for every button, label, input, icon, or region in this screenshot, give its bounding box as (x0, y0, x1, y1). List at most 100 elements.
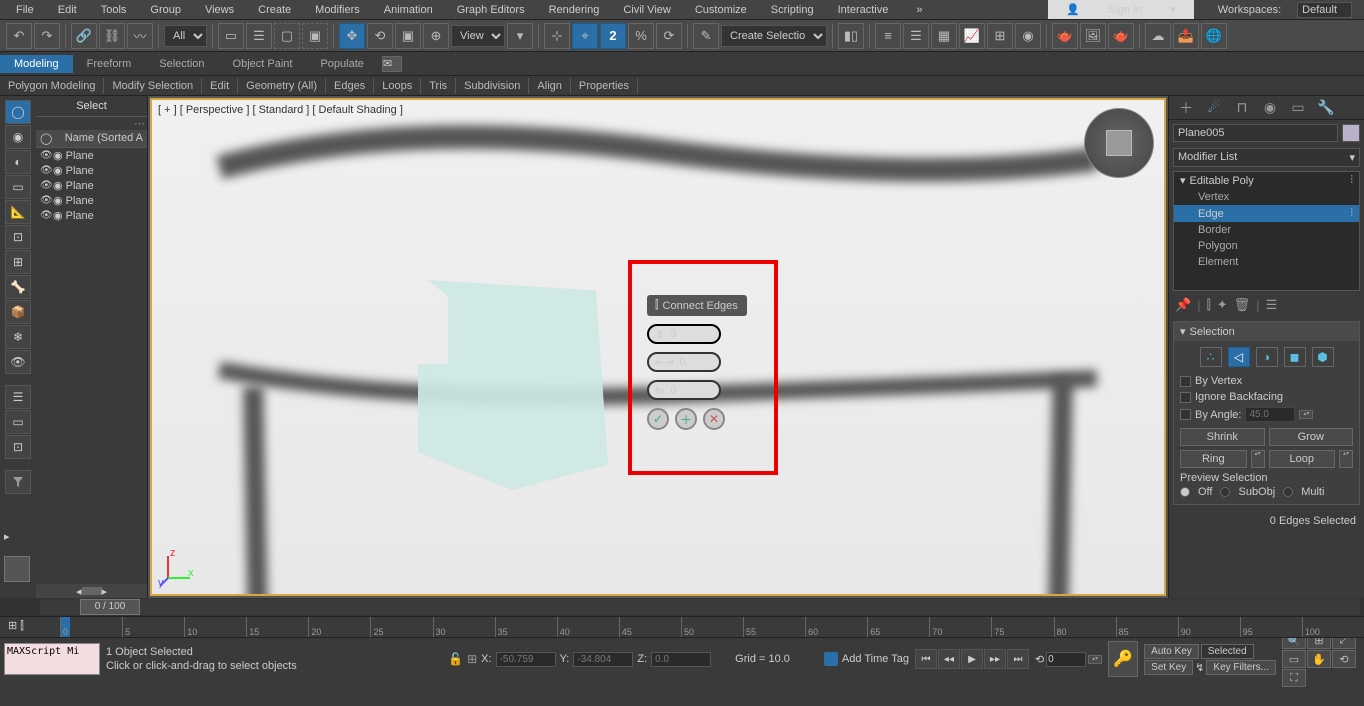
layers-button[interactable]: ☰ (903, 23, 929, 49)
panel-modifyselection[interactable]: Modify Selection (104, 78, 202, 94)
connect-pinch-field[interactable]: ⇤⇥0 (647, 352, 721, 372)
tool-lights[interactable]: ▭ (5, 175, 31, 199)
tool-frozen[interactable]: ❄ (5, 325, 31, 349)
tab-motion[interactable]: ◉ (1257, 98, 1283, 118)
ribbon-tab-objectpaint[interactable]: Object Paint (219, 55, 307, 73)
manipulate-button[interactable]: ⊹ (544, 23, 570, 49)
abs-rel-icon[interactable]: ⊞ (467, 652, 477, 666)
menu-file[interactable]: File (4, 2, 46, 18)
edit-named-sel-button[interactable]: ✎ (693, 23, 719, 49)
maximize-viewport-button[interactable]: ⛶ (1282, 669, 1306, 687)
menu-group[interactable]: Group (138, 2, 193, 18)
panel-subdivision[interactable]: Subdivision (456, 78, 529, 94)
snap-toggle-button[interactable]: ⌖ (572, 23, 598, 49)
material-editor-button[interactable]: ◉ (1015, 23, 1041, 49)
viewport-label[interactable]: [ + ] [ Perspective ] [ Standard ] [ Def… (158, 104, 403, 116)
subobj-edge[interactable]: ◁ (1228, 347, 1250, 367)
modifier-stack[interactable]: ▾Editable Poly⫶ Vertex Edge⫶ Border Poly… (1173, 171, 1360, 291)
tool-cameras[interactable]: 📐 (5, 200, 31, 224)
menu-create[interactable]: Create (246, 2, 303, 18)
menu-overflow-icon[interactable]: » (904, 2, 934, 18)
key-tangent-icon[interactable]: ↯ (1195, 661, 1204, 674)
panel-align[interactable]: Align (529, 78, 570, 94)
panel-properties[interactable]: Properties (571, 78, 638, 94)
remove-mod-icon[interactable]: 🗑 (1234, 297, 1251, 313)
panel-polymodeling[interactable]: Polygon Modeling (0, 78, 104, 94)
tab-utilities[interactable]: 🔧 (1313, 98, 1339, 118)
connect-ok-button[interactable]: ✓ (647, 408, 669, 430)
scene-row[interactable]: 👁◉Plane (36, 163, 147, 178)
set-key-big-button[interactable]: 🔑 (1108, 641, 1138, 677)
scene-options-icon[interactable]: ⋯ (36, 117, 147, 130)
preview-subobj-radio[interactable] (1220, 487, 1230, 497)
eye-icon[interactable]: 👁 (40, 165, 50, 176)
stack-sub-polygon[interactable]: Polygon (1174, 238, 1359, 254)
ribbon-tab-selection[interactable]: Selection (145, 55, 218, 73)
by-vertex-check[interactable]: By Vertex (1180, 373, 1353, 389)
make-unique-icon[interactable]: ✦ (1217, 297, 1228, 313)
mini-viewport-nav[interactable] (4, 556, 30, 582)
panel-edit[interactable]: Edit (202, 78, 238, 94)
spinner-snap-button[interactable]: ⟳ (656, 23, 682, 49)
stack-sub-border[interactable]: Border (1174, 222, 1359, 238)
tool-spacewarps[interactable]: ⊞ (5, 250, 31, 274)
ring-button[interactable]: Ring (1180, 450, 1247, 468)
connect-edges-title[interactable]: ⫿Connect Edges (647, 295, 747, 316)
ribbon-tab-populate[interactable]: Populate (306, 55, 377, 73)
stack-sub-edge[interactable]: Edge⫶ (1174, 205, 1359, 222)
configure-sets-icon[interactable]: ☰ (1266, 297, 1278, 313)
select-object-button[interactable]: ▭ (218, 23, 244, 49)
workspaces-select[interactable]: Default (1297, 2, 1352, 18)
coord-x-input[interactable] (496, 652, 556, 667)
expand-icon[interactable]: ▾ (1180, 174, 1186, 187)
window-crossing-button[interactable]: ▣ (302, 23, 328, 49)
selection-rollout-header[interactable]: ▾Selection (1174, 322, 1359, 341)
subobj-border[interactable]: ◑ (1256, 347, 1278, 367)
stack-item-editablepoly[interactable]: ▾Editable Poly⫶ (1174, 172, 1359, 189)
freeze-icon[interactable]: ◉ (53, 209, 63, 222)
preview-off-radio[interactable] (1180, 487, 1190, 497)
eye-icon[interactable]: 👁 (40, 150, 50, 161)
redo-button[interactable]: ↷ (34, 23, 60, 49)
time-ruler[interactable]: ⊞ ⫿ 051015202530354045505560657075808590… (0, 616, 1364, 638)
coord-z-input[interactable] (651, 652, 711, 667)
menu-customize[interactable]: Customize (683, 2, 759, 18)
tool-shapes[interactable]: ◐ (5, 150, 31, 174)
selection-filter-select[interactable]: All (164, 25, 207, 47)
scene-row[interactable]: 👁◉Plane (36, 178, 147, 193)
undo-button[interactable]: ↶ (6, 23, 32, 49)
selection-lock-icon[interactable]: 🔓 (448, 652, 463, 666)
tab-modify[interactable]: ☄ (1201, 98, 1227, 118)
ribbon-collapse-button[interactable]: ✉ (382, 56, 402, 72)
menu-animation[interactable]: Animation (372, 2, 445, 18)
freeze-icon[interactable]: ◉ (53, 194, 63, 207)
shrink-button[interactable]: Shrink (1180, 428, 1265, 446)
menu-tools[interactable]: Tools (89, 2, 139, 18)
add-time-tag-button[interactable]: Add Time Tag (824, 652, 909, 666)
tool-display-none[interactable]: ▭ (5, 410, 31, 434)
freeze-icon[interactable]: ◉ (53, 149, 63, 162)
connect-segments-field[interactable]: ⇕3 (647, 324, 721, 344)
spinner-icon[interactable]: ⇕ (655, 328, 664, 341)
pivot-button[interactable]: ▾ (507, 23, 533, 49)
scene-row[interactable]: 👁◉Plane (36, 208, 147, 223)
goto-end-button[interactable]: ⏭ (1007, 649, 1029, 669)
current-frame-input[interactable] (1046, 652, 1086, 667)
time-slider-thumb[interactable]: 0 / 100 (80, 599, 140, 615)
freeze-icon[interactable]: ◉ (53, 164, 63, 177)
menu-views[interactable]: Views (193, 2, 246, 18)
placement-button[interactable]: ⊕ (423, 23, 449, 49)
open-a360-button[interactable]: 🌐 (1201, 23, 1227, 49)
render-frame-button[interactable]: 🖼 (1080, 23, 1106, 49)
keyfilters-button[interactable]: Key Filters... (1206, 660, 1276, 675)
signin-button[interactable]: 👤 Sign In ▾ (1048, 0, 1193, 19)
link-button[interactable]: 🔗 (71, 23, 97, 49)
menu-civilview[interactable]: Civil View (611, 2, 682, 18)
tool-geometry[interactable]: ◉ (5, 125, 31, 149)
tool-display-invert[interactable]: ⊡ (5, 435, 31, 459)
pan-button[interactable]: ✋ (1307, 650, 1331, 668)
prev-frame-button[interactable]: ◂◂ (938, 649, 960, 669)
autokey-button[interactable]: Auto Key (1144, 644, 1199, 659)
ribbon-tab-modeling[interactable]: Modeling (0, 55, 73, 73)
menu-edit[interactable]: Edit (46, 2, 89, 18)
